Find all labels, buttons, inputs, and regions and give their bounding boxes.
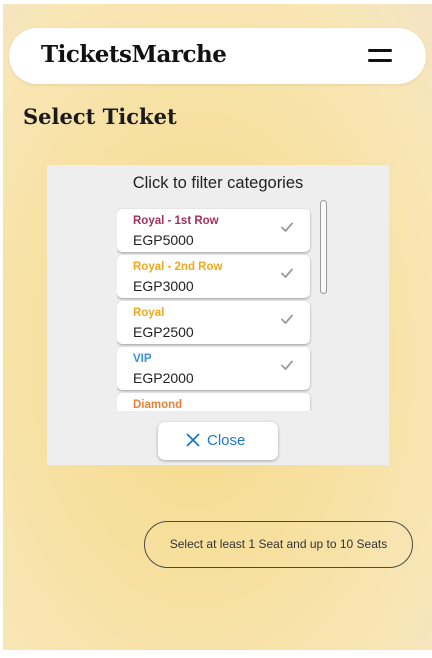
menu-line bbox=[368, 49, 392, 52]
category-price: EGP2500 bbox=[133, 324, 194, 340]
brand-logo-text[interactable]: TicketsMarche bbox=[41, 41, 227, 68]
category-item-diamond[interactable]: Diamond bbox=[117, 393, 310, 411]
category-item-royal-1st-row[interactable]: Royal - 1st Row EGP5000 bbox=[117, 209, 310, 252]
checkmark-icon bbox=[281, 222, 293, 232]
category-item-royal-2nd-row[interactable]: Royal - 2nd Row EGP3000 bbox=[117, 255, 310, 298]
top-navbar: TicketsMarche bbox=[9, 28, 426, 84]
checkmark-icon bbox=[281, 268, 293, 278]
close-icon bbox=[186, 433, 200, 447]
category-name: Diamond bbox=[133, 399, 183, 411]
checkmark-icon bbox=[281, 360, 293, 370]
category-name: VIP bbox=[133, 353, 152, 365]
category-list[interactable]: Royal - 1st Row EGP5000 Royal - 2nd Row … bbox=[117, 207, 312, 411]
filter-categories-modal: Click to filter categories Royal - 1st R… bbox=[47, 165, 389, 465]
category-item-royal[interactable]: Royal EGP2500 bbox=[117, 301, 310, 344]
category-list-scrollbar[interactable] bbox=[320, 200, 327, 294]
category-price: EGP2000 bbox=[133, 370, 194, 386]
bottom-edge bbox=[0, 650, 432, 658]
seat-selection-hint: Select at least 1 Seat and up to 10 Seat… bbox=[144, 521, 413, 568]
category-item-vip[interactable]: VIP EGP2000 bbox=[117, 347, 310, 390]
category-name: Royal - 1st Row bbox=[133, 215, 219, 227]
hamburger-menu-icon[interactable] bbox=[368, 46, 394, 66]
close-button[interactable]: Close bbox=[158, 422, 278, 460]
category-price: EGP3000 bbox=[133, 278, 194, 294]
category-name: Royal - 2nd Row bbox=[133, 261, 223, 273]
category-name: Royal bbox=[133, 307, 165, 319]
menu-line bbox=[368, 59, 392, 62]
close-button-label: Close bbox=[207, 432, 246, 449]
checkmark-icon bbox=[281, 314, 293, 324]
page-title: Select Ticket bbox=[23, 104, 177, 129]
category-price: EGP5000 bbox=[133, 232, 194, 248]
page-background: TicketsMarche Select Ticket Click to fil… bbox=[3, 4, 432, 650]
modal-title: Click to filter categories bbox=[132, 174, 304, 192]
